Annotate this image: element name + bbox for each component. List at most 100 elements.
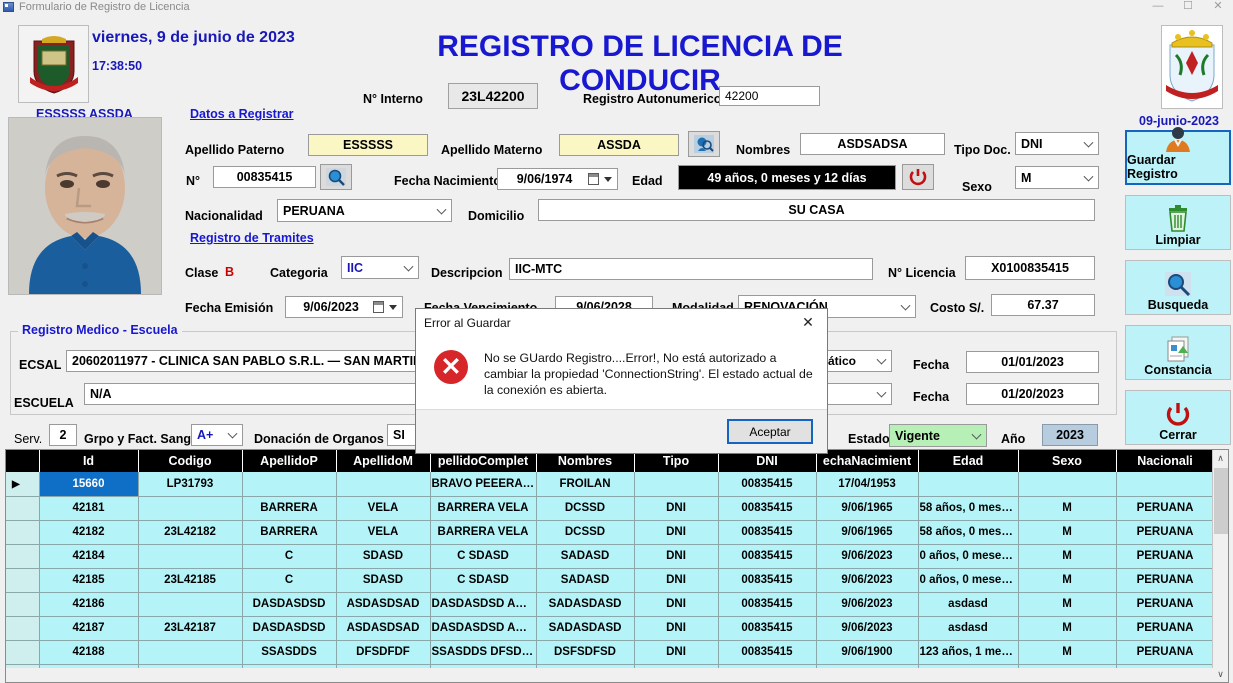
table-cell[interactable]: M — [1018, 520, 1117, 545]
table-cell[interactable]: PERUANA — [1116, 568, 1215, 593]
table-cell[interactable]: BARRERA — [242, 520, 337, 545]
column-header-echanacimient[interactable]: echaNacimient — [816, 450, 919, 472]
table-cell[interactable]: C SDASD — [430, 544, 537, 569]
table-cell[interactable]: SDASD — [336, 568, 431, 593]
table-cell[interactable]: 0 años, 0 meses y ... — [918, 568, 1019, 593]
table-cell[interactable]: M — [1018, 544, 1117, 569]
table-cell[interactable]: DASDASDSD ASD... — [430, 592, 537, 617]
ecsal-fecha-value[interactable]: 01/01/2023 — [966, 351, 1099, 373]
table-cell[interactable] — [138, 544, 243, 569]
grid-vertical-scrollbar[interactable]: ∧ ∨ — [1212, 450, 1228, 682]
column-header-id[interactable]: Id — [39, 450, 139, 472]
records-datagrid[interactable]: Id Codigo ApellidoP ApellidoM pellidoComplet… — [5, 449, 1229, 683]
row-marker[interactable] — [6, 640, 40, 665]
table-cell[interactable]: VELA — [336, 520, 431, 545]
table-cell[interactable]: DFSDFDF — [336, 640, 431, 665]
scroll-up-button[interactable]: ∧ — [1213, 450, 1228, 466]
table-cell[interactable]: 00835415 — [718, 616, 817, 641]
table-row[interactable]: 42184 C SDASD C SDASD SADASD DNI 00835415 9/06/… — [6, 544, 1215, 569]
grupo-sanguineo-select[interactable]: A+ — [191, 424, 243, 446]
table-cell[interactable]: 00835415 — [718, 544, 817, 569]
column-header-apellidop[interactable]: ApellidoP — [242, 450, 337, 472]
aceptar-button[interactable]: Aceptar — [727, 419, 813, 444]
nacionalidad-select[interactable]: PERUANA — [277, 199, 452, 222]
table-cell[interactable]: 9/06/1965 — [816, 520, 919, 545]
table-cell[interactable]: 58 años, 0 meses ... — [918, 520, 1019, 545]
apellido-paterno-input[interactable]: ESSSSS — [308, 134, 428, 156]
guardar-registro-button[interactable]: Guardar Registro — [1125, 127, 1231, 185]
table-cell[interactable]: C SDASD — [430, 568, 537, 593]
row-marker[interactable] — [6, 592, 40, 617]
escuela-tipo-select[interactable] — [822, 383, 892, 405]
row-marker[interactable] — [6, 496, 40, 521]
table-cell[interactable]: C — [242, 568, 337, 593]
escuela-fecha-value[interactable]: 01/20/2023 — [966, 383, 1099, 405]
row-marker[interactable] — [6, 544, 40, 569]
column-header-codigo[interactable]: Codigo — [138, 450, 243, 472]
table-cell[interactable]: SSASDDS — [242, 640, 337, 665]
categoria-select[interactable]: IIC — [341, 256, 419, 279]
table-cell[interactable]: DNI — [634, 568, 719, 593]
table-cell[interactable]: ASDASDSAD — [336, 616, 431, 641]
scrollbar-thumb[interactable] — [1214, 468, 1228, 534]
table-cell[interactable]: DCSSD — [536, 496, 635, 521]
scroll-down-button[interactable]: ∨ — [1213, 666, 1228, 682]
table-cell[interactable] — [918, 472, 1019, 497]
table-cell[interactable]: DNI — [634, 640, 719, 665]
table-cell[interactable]: 42184 — [39, 544, 139, 569]
table-cell[interactable]: M — [1018, 496, 1117, 521]
table-cell[interactable]: PERUANA — [1116, 640, 1215, 665]
ecsal-tipo-select[interactable]: ático — [822, 350, 892, 372]
row-marker[interactable] — [6, 616, 40, 641]
dialog-close-icon[interactable]: ✕ — [789, 309, 827, 336]
table-cell[interactable]: 9/06/2023 — [816, 616, 919, 641]
serv-input[interactable]: 2 — [49, 424, 77, 446]
constancia-button[interactable]: Constancia — [1125, 325, 1231, 380]
table-cell[interactable]: 23L42187 — [138, 616, 243, 641]
table-cell[interactable]: 9/06/1965 — [816, 496, 919, 521]
table-cell[interactable]: 42182 — [39, 520, 139, 545]
registro-tramites-link[interactable]: Registro de Tramites — [190, 231, 314, 245]
table-cell[interactable]: 42186 — [39, 592, 139, 617]
table-cell[interactable]: BRAVO PEEERALES — [430, 472, 537, 497]
table-row[interactable]: 42182 23L42182 BARRERA VELA BARRERA VELA DCSS… — [6, 520, 1215, 545]
table-cell[interactable]: asdasd — [918, 616, 1019, 641]
table-cell[interactable]: 9/06/2023 — [816, 544, 919, 569]
table-cell[interactable]: 00835415 — [718, 496, 817, 521]
table-cell[interactable] — [634, 472, 719, 497]
search-person-icon-button-2[interactable] — [320, 164, 352, 190]
descripcion-input[interactable]: IIC-MTC — [509, 258, 873, 280]
licencia-value[interactable]: X0100835415 — [965, 256, 1095, 280]
table-cell[interactable]: BARRERA VELA — [430, 496, 537, 521]
table-cell[interactable]: DNI — [634, 520, 719, 545]
table-cell[interactable]: DNI — [634, 496, 719, 521]
table-cell[interactable]: PERUANA — [1116, 496, 1215, 521]
table-cell[interactable]: 17/04/1953 — [816, 472, 919, 497]
table-cell[interactable]: 9/06/2023 — [816, 592, 919, 617]
table-row[interactable]: 42185 23L42185 C SDASD C SDASD SADASD DNI 00835… — [6, 568, 1215, 593]
table-cell[interactable]: ASDASDSAD — [336, 592, 431, 617]
table-cell[interactable]: M — [1018, 640, 1117, 665]
fecha-nacimiento-datepicker[interactable]: 9/06/1974 — [497, 168, 618, 190]
table-cell[interactable]: 42181 — [39, 496, 139, 521]
fecha-emision-datepicker[interactable]: 9/06/2023 — [285, 296, 403, 318]
table-cell[interactable]: 58 años, 0 meses ... — [918, 496, 1019, 521]
datos-a-registrar-link[interactable]: Datos a Registrar — [190, 107, 294, 121]
table-cell[interactable]: DASDASDSD — [242, 616, 337, 641]
table-cell[interactable]: 00835415 — [718, 472, 817, 497]
column-header-edad[interactable]: Edad — [918, 450, 1019, 472]
grid-horizontal-scrollbar[interactable] — [6, 668, 1214, 682]
table-cell[interactable]: 9/06/1900 — [816, 640, 919, 665]
table-cell[interactable]: PERUANA — [1116, 520, 1215, 545]
table-cell[interactable]: FROILAN — [536, 472, 635, 497]
minimize-button[interactable]: — — [1143, 0, 1173, 13]
table-cell[interactable]: SSASDDS DFSDFDF — [430, 640, 537, 665]
table-cell[interactable] — [138, 592, 243, 617]
table-row[interactable]: 42181 BARRERA VELA BARRERA VELA DCSSD DNI 0083… — [6, 496, 1215, 521]
table-cell[interactable]: LP31793 — [138, 472, 243, 497]
column-header-nacionali[interactable]: Nacionali — [1116, 450, 1215, 472]
tipo-doc-select[interactable]: DNI — [1015, 132, 1099, 155]
refresh-age-button[interactable] — [902, 164, 934, 190]
table-cell[interactable]: C — [242, 544, 337, 569]
window-controls[interactable]: — ☐ ✕ — [1143, 0, 1233, 13]
